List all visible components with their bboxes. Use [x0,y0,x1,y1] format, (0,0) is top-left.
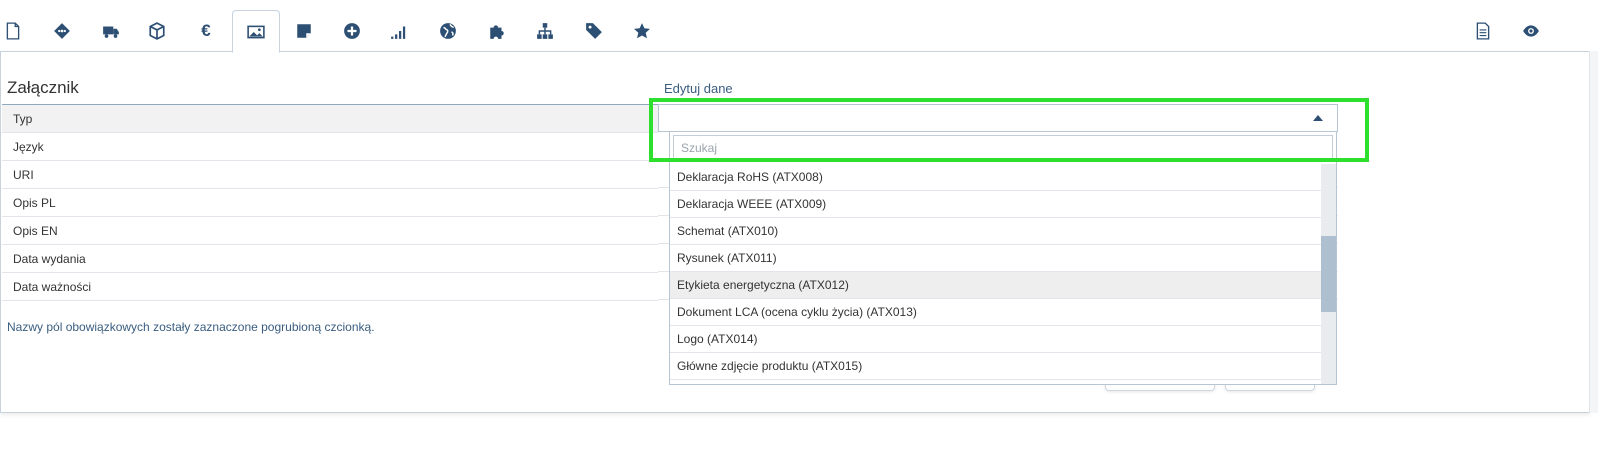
field-label-type: Typ [2,105,658,133]
field-label-language: Język [2,133,658,161]
signal-icon [391,26,406,39]
truck-icon [103,26,119,38]
dropdown-search-input[interactable] [673,135,1333,161]
dropdown-option[interactable]: Główne zdjęcie produktu (ATX015) [670,353,1322,380]
required-fields-note: Nazwy pól obowiązkowych zostały zaznaczo… [7,320,375,334]
tab-notes[interactable] [281,10,327,52]
puzzle-icon [490,25,504,39]
note-icon [297,24,311,38]
tab-statistics[interactable] [376,10,422,52]
dropdown-option[interactable]: Dokument LCA (ocena cyklu życia) (ATX013… [670,299,1322,326]
fields-table: Typ Język URI Opis PL Opis EN Data wydan… [2,104,658,301]
tab-components[interactable] [474,10,520,52]
euro-icon: € [201,21,211,40]
dropdown-option[interactable]: Deklaracja RoHS (ATX008) [670,164,1322,191]
field-label-expiry-date: Data ważności [2,273,658,301]
tab-prices[interactable]: € [183,10,229,52]
eye-icon [1523,25,1539,37]
tab-general[interactable] [0,10,36,52]
tab-structure[interactable] [522,10,568,52]
tab-logistics[interactable] [88,10,134,52]
tool-report[interactable] [1460,10,1506,52]
sitemap-icon [537,23,553,39]
document-icon [6,22,20,40]
chevron-up-icon[interactable] [1313,115,1323,121]
type-dropdown: Deklaracja RoHS (ATX008) Deklaracja WEEE… [669,132,1337,385]
tab-packaging[interactable] [134,10,180,52]
dropdown-option[interactable]: Deklaracja WEEE (ATX009) [670,191,1322,218]
tab-add[interactable] [329,10,375,52]
tab-tags[interactable] [571,10,617,52]
dropdown-option[interactable]: Logo (ATX014) [670,326,1322,353]
edit-data-label: Edytuj dane [664,81,733,96]
page-scrollbar[interactable] [1589,51,1598,413]
tab-favorites[interactable] [619,10,665,52]
tool-preview[interactable] [1508,10,1554,52]
tag-icon [586,23,602,39]
type-select[interactable] [658,104,1338,132]
dropdown-option[interactable]: Schemat (ATX010) [670,218,1322,245]
image-icon [247,25,265,38]
field-label-description-pl: Opis PL [2,189,658,217]
field-label-description-en: Opis EN [2,217,658,245]
dropdown-scrollbar-thumb[interactable] [1321,236,1336,312]
barcode-icon [54,23,70,39]
dropdown-option[interactable]: Rysunek (ATX011) [670,245,1322,272]
tab-translations[interactable] [425,10,471,52]
tab-codes[interactable] [39,10,85,52]
dropdown-option-highlighted[interactable]: Etykieta energetyczna (ATX012) [670,272,1322,299]
box-icon [149,22,165,40]
star-icon [634,23,650,39]
tab-bar: € [0,0,1600,53]
globe-icon [440,23,456,39]
field-label-uri: URI [2,161,658,189]
plus-circle-icon [344,23,360,39]
section-title: Załącznik [7,78,79,97]
tab-attachments[interactable] [232,10,280,53]
field-label-issue-date: Data wydania [2,245,658,273]
file-text-icon [1476,22,1490,40]
dropdown-options: Deklaracja RoHS (ATX008) Deklaracja WEEE… [670,164,1322,380]
